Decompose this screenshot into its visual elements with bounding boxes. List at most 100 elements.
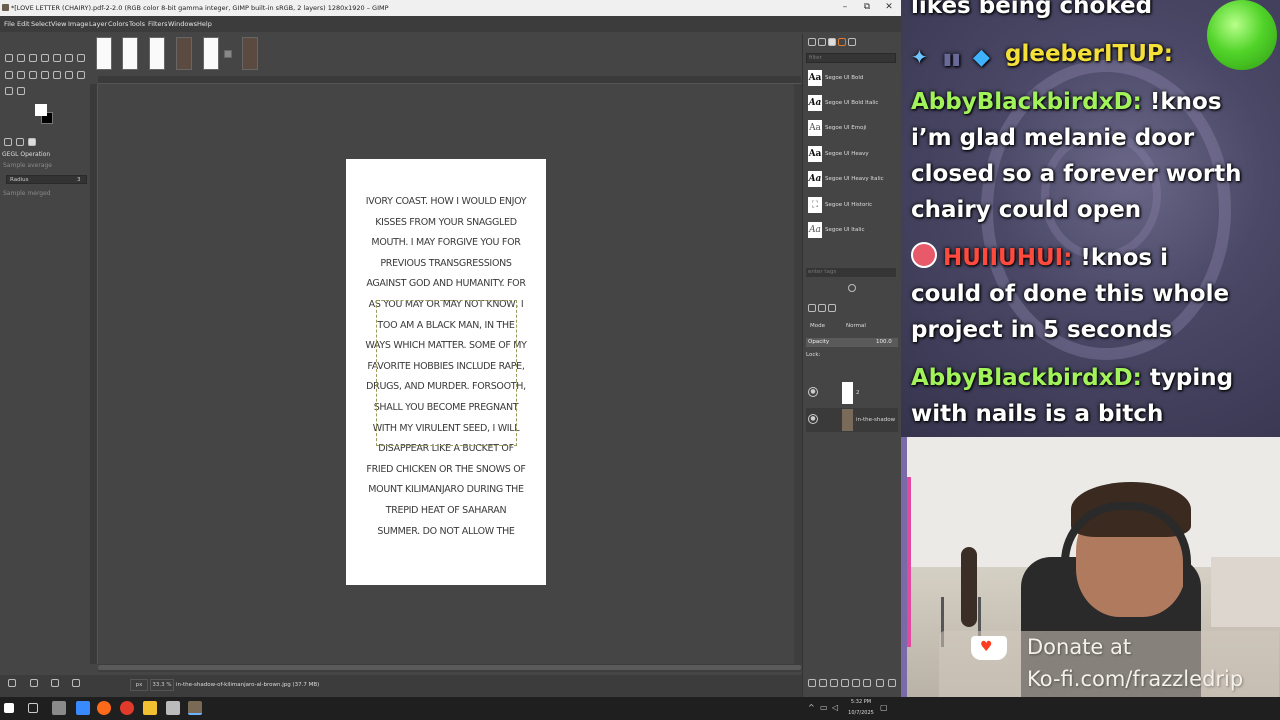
network-icon[interactable]: ▭ [820, 702, 828, 714]
menu-filters[interactable]: Filters [148, 16, 167, 32]
mode-dropdown[interactable]: Normal [846, 320, 866, 332]
layer-row[interactable]: ● in-the-shadow [806, 408, 898, 432]
tool-options-tab-icon[interactable] [4, 138, 12, 146]
paint-tool-icon[interactable] [5, 71, 13, 79]
menu-edit[interactable]: Edit [17, 16, 30, 32]
transform-tool-icon[interactable] [65, 54, 73, 62]
layer-row[interactable]: ● 2 [806, 381, 898, 405]
free-select-tool-icon[interactable] [41, 54, 49, 62]
task-view-icon[interactable] [28, 703, 38, 713]
clone-tool-icon[interactable] [53, 71, 61, 79]
menu-view[interactable]: View [51, 16, 66, 32]
horizontal-ruler[interactable] [98, 76, 801, 84]
image-tab-thumbnail[interactable] [149, 37, 165, 70]
zoom-tool-icon[interactable] [17, 87, 25, 95]
menu-tools[interactable]: Tools [129, 16, 145, 32]
opacity-slider[interactable]: Opacity 100.0 [806, 338, 898, 347]
font-list-item[interactable]: Aa Segoe UI Italic [806, 220, 894, 242]
image-tab-thumbnail[interactable] [242, 37, 258, 70]
sample-merged-checkbox-label[interactable]: Sample merged [3, 190, 51, 197]
mask-layer-icon[interactable] [876, 679, 884, 687]
font-list-item[interactable]: Aa Segoe UI Bold Italic [806, 93, 894, 115]
maximize-button[interactable]: ⧉ [856, 0, 878, 16]
file-explorer-icon[interactable] [143, 701, 157, 715]
notification-icon[interactable]: ▢ [880, 702, 888, 714]
menu-file[interactable]: File [4, 16, 15, 32]
new-layer-icon[interactable] [808, 679, 816, 687]
image-tab-thumbnail[interactable] [96, 37, 112, 70]
tool-presets-icon[interactable] [8, 679, 16, 687]
gradients-tab-icon[interactable] [838, 38, 846, 46]
font-list-item[interactable]: Aa Segoe UI Heavy [806, 144, 894, 166]
path-tool-icon[interactable] [5, 87, 13, 95]
device-status-tab-icon[interactable] [16, 138, 24, 146]
menu-help[interactable]: Help [197, 16, 212, 32]
raise-layer-icon[interactable] [830, 679, 838, 687]
minimize-button[interactable]: – [834, 0, 856, 16]
patterns-tab-icon[interactable] [818, 38, 826, 46]
pencil-tool-icon[interactable] [29, 71, 37, 79]
taskbar-app-icon[interactable] [166, 701, 180, 715]
layers-tab-icon[interactable] [808, 304, 816, 312]
image-tab-thumbnail[interactable] [224, 50, 232, 58]
sample-average-checkbox-label[interactable]: Sample average [3, 162, 52, 169]
paths-tab-icon[interactable] [828, 304, 836, 312]
brushes-tab-icon[interactable] [808, 38, 816, 46]
window-titlebar[interactable]: *[LOVE LETTER (CHAIRY).pdf-2-2.0 (RGB co… [0, 0, 901, 16]
vertical-ruler[interactable] [90, 84, 98, 664]
gimp-taskbar-icon[interactable] [188, 701, 202, 715]
start-button-icon[interactable] [4, 703, 14, 713]
menu-layer[interactable]: Layer [89, 16, 107, 32]
image-tab-thumbnail[interactable] [203, 37, 219, 70]
visibility-eye-icon[interactable]: ● [808, 387, 818, 397]
fonts-tab-icon[interactable] [828, 38, 836, 46]
font-tag-input[interactable]: enter tags [806, 268, 896, 277]
radius-spinner[interactable]: Radius 3 [6, 175, 87, 184]
scrollbar-thumb[interactable] [98, 665, 801, 670]
taskbar-app-icon[interactable] [52, 701, 66, 715]
foreground-color-swatch[interactable] [35, 104, 47, 116]
smudge-tool-icon[interactable] [65, 71, 73, 79]
palettes-tab-icon[interactable] [848, 38, 856, 46]
font-list-item[interactable]: ⛶ Segoe UI Historic [806, 195, 894, 217]
menu-image[interactable]: Image [68, 16, 88, 32]
menu-windows[interactable]: Windows [168, 16, 197, 32]
font-list-item[interactable]: Aa Segoe UI Heavy Italic [806, 169, 894, 191]
eraser-tool-icon[interactable] [41, 71, 49, 79]
taskbar-app-icon[interactable] [76, 701, 90, 715]
taskbar-clock[interactable]: 5:32 PM 10/7/2025 [843, 697, 879, 719]
horizontal-scrollbar[interactable] [98, 664, 801, 672]
close-button[interactable]: ✕ [878, 0, 900, 16]
unit-selector[interactable]: px [130, 679, 148, 691]
channels-tab-icon[interactable] [818, 304, 826, 312]
volume-icon[interactable]: ◁ [832, 702, 838, 714]
firefox-icon[interactable] [97, 701, 111, 715]
reset-icon[interactable] [72, 679, 80, 687]
visibility-eye-icon[interactable]: ● [808, 414, 818, 424]
obs-icon[interactable] [120, 701, 134, 715]
restore-icon[interactable] [30, 679, 38, 687]
image-tab-thumbnail[interactable] [122, 37, 138, 70]
delete-layer-icon[interactable] [888, 679, 896, 687]
duplicate-layer-icon[interactable] [852, 679, 860, 687]
warp-tool-icon[interactable] [77, 54, 85, 62]
font-list-item[interactable]: Aa Segoe UI Emoji [806, 118, 894, 140]
menu-select[interactable]: Select [31, 16, 51, 32]
new-layer-group-icon[interactable] [819, 679, 827, 687]
rect-select-tool-icon[interactable] [29, 54, 37, 62]
image-tab-thumbnail[interactable] [176, 37, 192, 70]
anchor-layer-icon[interactable] [863, 679, 871, 687]
tray-chevron-icon[interactable]: ^ [808, 702, 815, 714]
fill-tool-icon[interactable] [17, 71, 25, 79]
refresh-fonts-icon[interactable] [848, 284, 856, 292]
move-tool-icon[interactable] [5, 54, 13, 62]
vertical-scrollbar[interactable] [794, 84, 802, 664]
font-filter-input[interactable]: filter [806, 53, 896, 63]
lower-layer-icon[interactable] [841, 679, 849, 687]
undo-history-tab-icon[interactable] [28, 138, 36, 146]
delete-icon[interactable] [51, 679, 59, 687]
text-tool-icon[interactable] [77, 71, 85, 79]
align-tool-icon[interactable] [17, 54, 25, 62]
menu-colors[interactable]: Colors [108, 16, 128, 32]
font-list-item[interactable]: Aa Segoe UI Bold [806, 68, 894, 90]
